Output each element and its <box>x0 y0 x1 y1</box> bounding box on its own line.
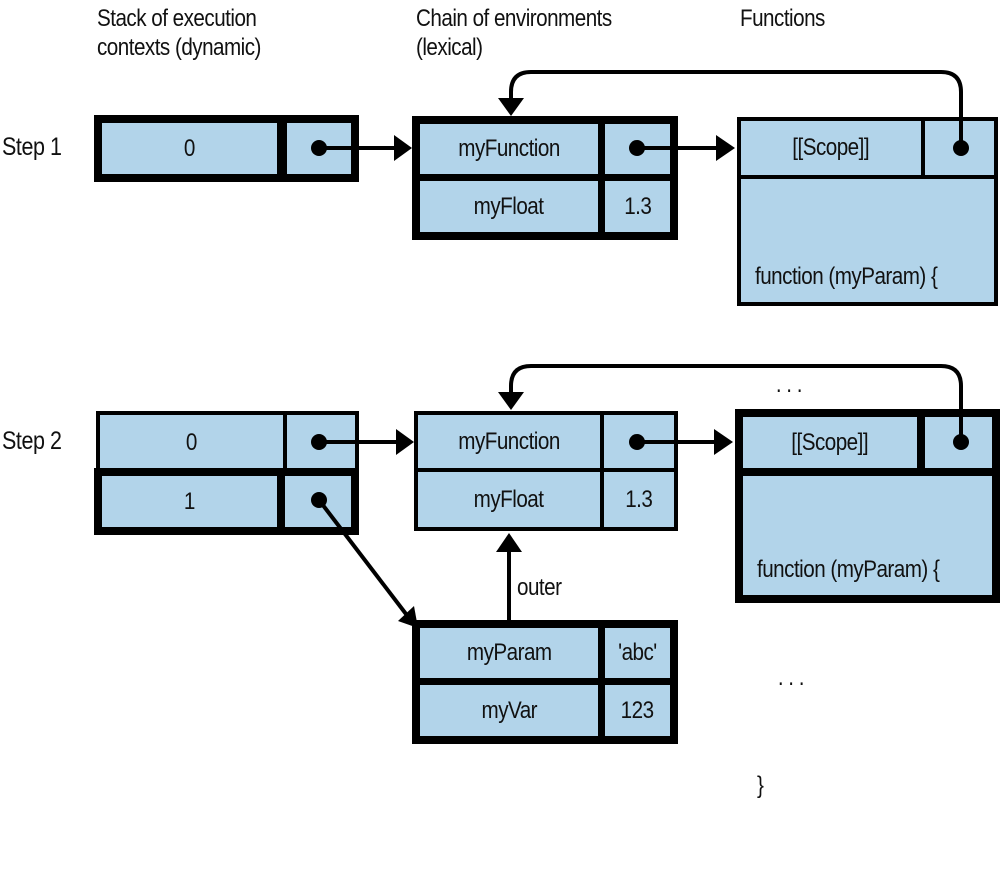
env-value-cell: 123 <box>605 685 670 736</box>
header-environments-line1: Chain of environments <box>416 5 612 32</box>
step1-env-to-function-arrowhead <box>716 135 735 161</box>
function-code: function (myParam) { . . . } <box>743 476 992 799</box>
step1-function-object: [[Scope]] function (myParam) { . . . } <box>737 117 998 506</box>
env-var-name: myFloat <box>474 192 544 220</box>
stack-index: 1 <box>184 487 195 515</box>
code-line: . . . <box>755 371 803 398</box>
step1-scope-to-env-arrowhead <box>498 98 524 116</box>
scope-pointer-cell <box>925 417 992 468</box>
stack-index-cell: 0 <box>100 415 283 470</box>
header-environments-line2: (lexical) <box>416 34 483 61</box>
header-stack-line1: Stack of execution <box>97 5 257 32</box>
stack-index: 0 <box>186 428 197 456</box>
code-line: . . . <box>757 664 805 691</box>
header-functions: Functions <box>740 5 825 32</box>
stack-pointer-cell <box>285 476 351 527</box>
env-name-cell: myFloat <box>418 472 600 527</box>
header-stack: Stack of execution contexts (dynamic) <box>97 4 261 62</box>
step1-stack-context-0: 0 <box>94 115 359 182</box>
scope-label-cell: [[Scope]] <box>743 417 917 468</box>
scope-label: [[Scope]] <box>792 134 870 161</box>
stack-index: 0 <box>184 134 195 162</box>
env-name-cell: myParam <box>420 628 598 678</box>
env-var-value: 1.3 <box>623 192 652 220</box>
step2-stack0-to-env-arrowhead <box>396 429 414 455</box>
header-stack-line2: contexts (dynamic) <box>97 34 261 61</box>
step-2-label: Step 2 <box>2 427 62 455</box>
env-var-value: 'abc' <box>618 639 657 666</box>
env-value-cell: 1.3 <box>604 472 674 527</box>
stack-pointer-cell <box>287 123 351 174</box>
code-line: function (myParam) { <box>757 556 940 583</box>
env-var-name: myParam <box>466 639 552 666</box>
header-environments: Chain of environments (lexical) <box>416 4 612 62</box>
env-pointer-cell <box>604 415 674 468</box>
env-var-name: myFloat <box>474 485 544 513</box>
scope-label: [[Scope]] <box>791 428 869 456</box>
step2-environment: myFunction myFloat 1.3 <box>414 411 678 531</box>
env-name-cell: myFloat <box>420 181 598 232</box>
code-line: } <box>757 772 764 799</box>
scope-pointer-cell <box>925 121 994 175</box>
stack-index-cell: 1 <box>102 476 277 527</box>
code-line: function (myParam) { <box>755 263 938 290</box>
step2-stack-context-0: 0 <box>96 411 359 472</box>
env-var-name: myFunction <box>458 427 560 455</box>
env-name-cell: myFunction <box>418 415 600 468</box>
env-pointer-cell <box>605 124 670 174</box>
env-name-cell: myFunction <box>420 124 598 174</box>
step2-scope-to-env-arrowhead <box>498 392 524 410</box>
function-code: function (myParam) { . . . } <box>741 179 994 506</box>
step2-inner-environment: myParam 'abc' myVar 123 <box>412 620 678 744</box>
scope-label-cell: [[Scope]] <box>741 121 921 175</box>
stack-pointer-cell <box>287 415 355 470</box>
outer-arrowhead <box>496 533 522 552</box>
env-var-name: myFunction <box>458 135 560 162</box>
env-value-cell: 'abc' <box>605 628 670 678</box>
step1-environment: myFunction myFloat 1.3 <box>412 116 678 240</box>
step1-stack-to-env-arrowhead <box>394 135 412 161</box>
env-var-value: 1.3 <box>625 485 653 513</box>
env-var-name: myVar <box>481 696 537 724</box>
env-var-value: 123 <box>621 696 654 724</box>
step-1-label: Step 1 <box>2 133 62 161</box>
stack-index-cell: 0 <box>102 123 277 174</box>
env-value-cell: 1.3 <box>605 181 670 232</box>
step2-function-object: [[Scope]] function (myParam) { . . . } <box>735 409 1000 799</box>
step2-stack-context-1: 1 <box>94 468 359 535</box>
env-name-cell: myVar <box>420 685 598 736</box>
step2-env-to-function-arrowhead <box>714 429 733 455</box>
outer-label: outer <box>517 574 562 601</box>
